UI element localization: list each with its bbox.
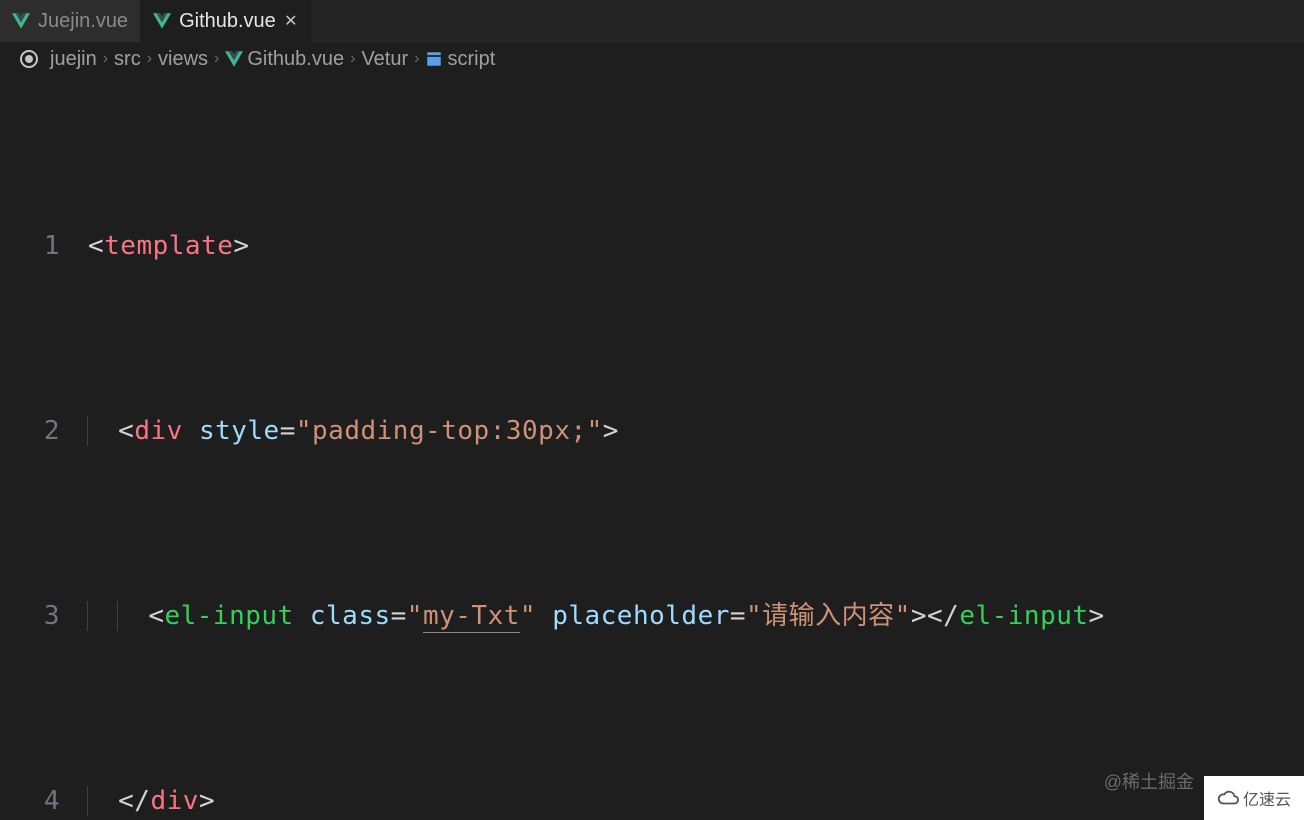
crumb[interactable]: script — [447, 48, 495, 71]
code-line[interactable]: 3 <el-input class="my-Txt" placeholder="… — [0, 598, 1304, 635]
tab-bar: Juejin.vue Github.vue ✕ — [0, 0, 1304, 42]
tab-label: Juejin.vue — [38, 10, 128, 33]
tab-juejin[interactable]: Juejin.vue — [0, 0, 141, 42]
vue-icon — [153, 12, 171, 30]
unsaved-dot-icon — [20, 50, 38, 68]
line-number: 4 — [0, 783, 88, 820]
vue-icon — [12, 12, 30, 30]
line-number: 2 — [0, 413, 88, 450]
watermark-yisu: 亿速云 — [1204, 776, 1304, 820]
code-line[interactable]: 2 <div style="padding-top:30px;"> — [0, 413, 1304, 450]
breadcrumb[interactable]: juejin › src › views › Github.vue › Vetu… — [0, 42, 1304, 76]
cloud-icon — [1217, 787, 1239, 809]
crumb[interactable]: views — [158, 48, 208, 71]
code-line[interactable]: 1 <template> — [0, 228, 1304, 265]
chevron-right-icon: › — [147, 50, 152, 68]
vue-icon — [225, 50, 243, 68]
close-icon[interactable]: ✕ — [284, 14, 298, 28]
crumb[interactable]: Vetur — [361, 48, 408, 71]
script-block-icon — [425, 50, 443, 68]
line-number: 3 — [0, 598, 88, 635]
chevron-right-icon: › — [414, 50, 419, 68]
crumb[interactable]: src — [114, 48, 141, 71]
chevron-right-icon: › — [214, 50, 219, 68]
chevron-right-icon: › — [350, 50, 355, 68]
tab-label: Github.vue — [179, 10, 276, 33]
watermark-juejin: @稀土掘金 — [1104, 768, 1194, 794]
line-number: 1 — [0, 228, 88, 265]
chevron-right-icon: › — [103, 50, 108, 68]
tab-github[interactable]: Github.vue ✕ — [141, 0, 311, 42]
crumb[interactable]: Github.vue — [247, 48, 344, 71]
editor[interactable]: 1 <template> 2 <div style="padding-top:3… — [0, 76, 1304, 820]
crumb[interactable]: juejin — [50, 48, 97, 71]
